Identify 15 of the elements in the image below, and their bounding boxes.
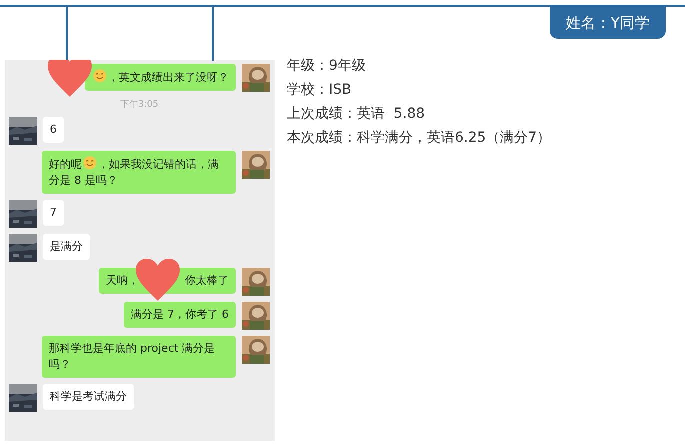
smiley-icon [93,69,107,83]
info-line: 年级：9年级 [287,57,367,75]
info-line: 本次成绩：科学满分，英语6.25（满分7） [287,129,552,147]
smiley-icon [83,156,97,170]
message-bubble: 科学是考试满分 [43,384,134,410]
info-line: 学校：ISB [287,81,353,99]
message-bubble: 满分是 7，你考了 6 [124,302,236,328]
name-badge: 姓名：Y同学 [550,7,666,39]
message-bubble: 那科学也是年底的 project 满分是吗？ [42,336,236,378]
message-bubble: 是满分 [43,234,90,260]
message-bubble: 好的呢 ，如果我没记错的话，满分是 8 是吗？ [42,151,236,194]
info-line: 上次成绩：英语 5.88 [287,105,426,123]
timestamp: 下午3:05 [120,98,159,111]
message-bubble: 6 [43,117,64,143]
message-bubble: 7 [43,200,64,226]
